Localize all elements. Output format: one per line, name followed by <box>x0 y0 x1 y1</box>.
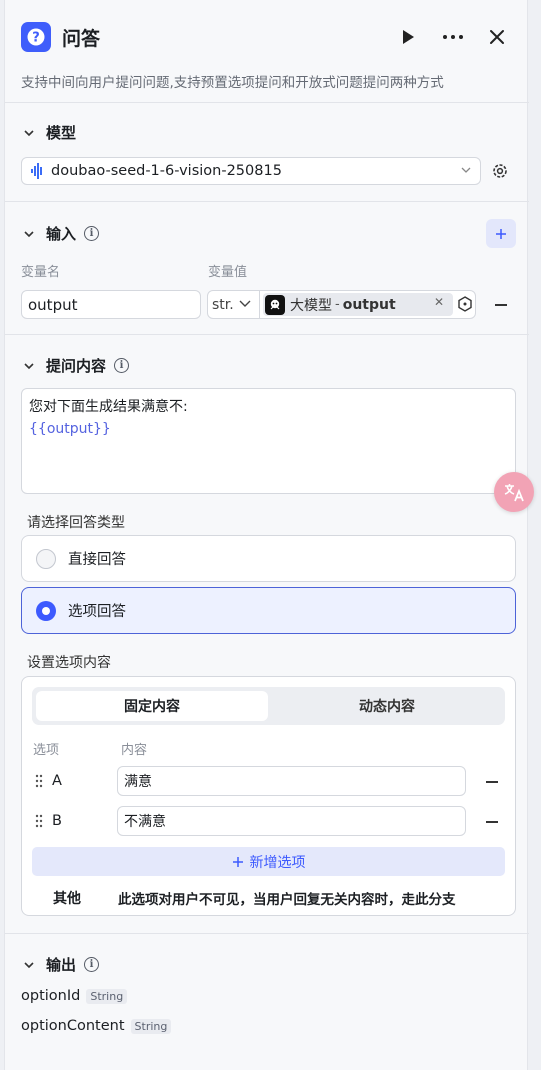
output-section-header[interactable]: 输出 i <box>21 954 100 975</box>
chevron-down-icon <box>238 296 252 314</box>
radio-label: 选项回答 <box>68 604 126 620</box>
node-description: 支持中间向用户提问问题,支持预置选项提问和开放式问题提问两种方式 <box>21 75 444 91</box>
output-section-title: 输出 <box>46 956 77 974</box>
output-field-type: String <box>86 988 128 1004</box>
more-dots-icon[interactable] <box>441 27 465 51</box>
remove-option-icon[interactable] <box>486 781 498 783</box>
drag-handle-icon[interactable] <box>35 774 43 792</box>
model-section-header[interactable]: 模型 <box>21 122 76 143</box>
chevron-down-icon <box>460 164 472 180</box>
question-content-editor[interactable]: 您对下面生成结果满意不: {{output}} <box>21 388 516 494</box>
other-option-key: 其他 <box>53 891 81 907</box>
divider <box>5 102 529 103</box>
input-section-title: 输入 <box>46 225 77 243</box>
svg-text:?: ? <box>32 31 40 46</box>
var-name-value: output <box>28 295 78 314</box>
gear-icon[interactable] <box>491 162 509 184</box>
play-icon[interactable] <box>399 27 417 51</box>
ref-field-name: output <box>342 296 396 313</box>
add-option-label: 新增选项 <box>249 854 306 871</box>
plus-icon <box>496 228 506 239</box>
question-section-header[interactable]: 提问内容 i <box>21 355 130 376</box>
tab-fixed-content[interactable]: 固定内容 <box>36 691 268 721</box>
translate-icon[interactable] <box>494 472 534 512</box>
column-var-name: 变量名 <box>21 265 61 280</box>
model-select[interactable]: doubao-seed-1-6-vision-250815 <box>21 157 481 185</box>
drag-handle-icon[interactable] <box>35 814 43 832</box>
radio-button[interactable] <box>36 600 56 621</box>
ref-separator: - <box>335 297 340 312</box>
variable-picker-icon[interactable] <box>457 296 473 316</box>
divider <box>5 201 529 202</box>
options-section-label: 设置选项内容 <box>27 655 111 671</box>
reference-chip[interactable]: 大模型 - output ✕ <box>263 293 453 316</box>
column-var-value: 变量值 <box>208 265 248 280</box>
column-option: 选项 <box>33 743 60 758</box>
type-select[interactable]: str. <box>208 291 260 318</box>
tab-dynamic-content[interactable]: 动态内容 <box>272 691 502 721</box>
question-variable-ref: {{output}} <box>29 421 111 437</box>
close-icon[interactable] <box>487 27 507 51</box>
var-value-field[interactable]: str. 大模型 - output ✕ <box>207 290 476 319</box>
divider <box>5 933 529 934</box>
info-icon[interactable]: i <box>84 226 100 241</box>
node-title: 问答 <box>62 27 101 50</box>
option-content-input[interactable]: 满意 <box>117 766 466 796</box>
tab-label: 动态内容 <box>359 699 415 715</box>
output-field-type: String <box>130 1018 172 1034</box>
options-panel: 固定内容 动态内容 选项 内容 A 满意 B 不满意 新增选项 其他 此选项对用 <box>21 676 516 916</box>
add-option-button[interactable]: 新增选项 <box>32 847 505 876</box>
column-content: 内容 <box>121 743 148 758</box>
clear-reference-icon[interactable]: ✕ <box>434 295 444 309</box>
info-icon[interactable]: i <box>114 358 130 373</box>
var-name-input[interactable]: output <box>21 290 201 319</box>
chevron-down-icon[interactable] <box>21 358 37 374</box>
other-option-description: 此选项对用户不可见，当用户回复无关内容时，走此分支 <box>118 892 456 908</box>
output-field-name: optionId <box>21 988 81 1004</box>
info-icon[interactable]: i <box>84 957 100 972</box>
remove-input-icon[interactable] <box>495 304 507 306</box>
add-input-button[interactable] <box>486 219 516 248</box>
model-name: doubao-seed-1-6-vision-250815 <box>51 163 282 179</box>
option-content-value: 不满意 <box>124 814 166 830</box>
chevron-down-icon[interactable] <box>21 957 37 973</box>
option-key: A <box>52 773 62 789</box>
chevron-down-icon[interactable] <box>21 125 37 141</box>
waveform-icon <box>30 163 44 179</box>
ref-node-name: 大模型 <box>290 297 332 314</box>
input-section-header[interactable]: 输入 i <box>21 223 100 244</box>
option-content-input[interactable]: 不满意 <box>117 806 466 836</box>
plus-icon <box>232 856 243 867</box>
divider <box>5 334 529 335</box>
chevron-down-icon[interactable] <box>21 226 37 242</box>
output-field-name: optionContent <box>21 1018 125 1034</box>
question-section-title: 提问内容 <box>46 357 107 375</box>
type-value: str. <box>212 296 234 313</box>
option-content-value: 满意 <box>124 774 152 790</box>
radio-label: 直接回答 <box>68 552 126 568</box>
output-field: optionContent String <box>21 1018 172 1034</box>
model-section-title: 模型 <box>46 124 77 142</box>
option-key: B <box>52 813 62 829</box>
radio-direct-answer[interactable]: 直接回答 <box>21 535 516 582</box>
radio-button[interactable] <box>36 548 56 569</box>
tab-bar: 固定内容 动态内容 <box>32 687 505 725</box>
question-node-panel: ? 问答 支持中间向用户提问问题,支持预置选项提问和开放式问题提问两种方式 模型… <box>4 0 534 1070</box>
tab-label: 固定内容 <box>124 699 180 715</box>
llm-node-icon <box>265 294 285 315</box>
header: ? 问答 <box>21 22 100 52</box>
remove-option-icon[interactable] <box>486 821 498 823</box>
question-text-line: 您对下面生成结果满意不: <box>29 399 188 415</box>
output-field: optionId String <box>21 988 128 1004</box>
question-mark-icon: ? <box>21 22 51 52</box>
radio-option-answer[interactable]: 选项回答 <box>21 587 516 634</box>
answer-type-label: 请选择回答类型 <box>27 515 125 531</box>
